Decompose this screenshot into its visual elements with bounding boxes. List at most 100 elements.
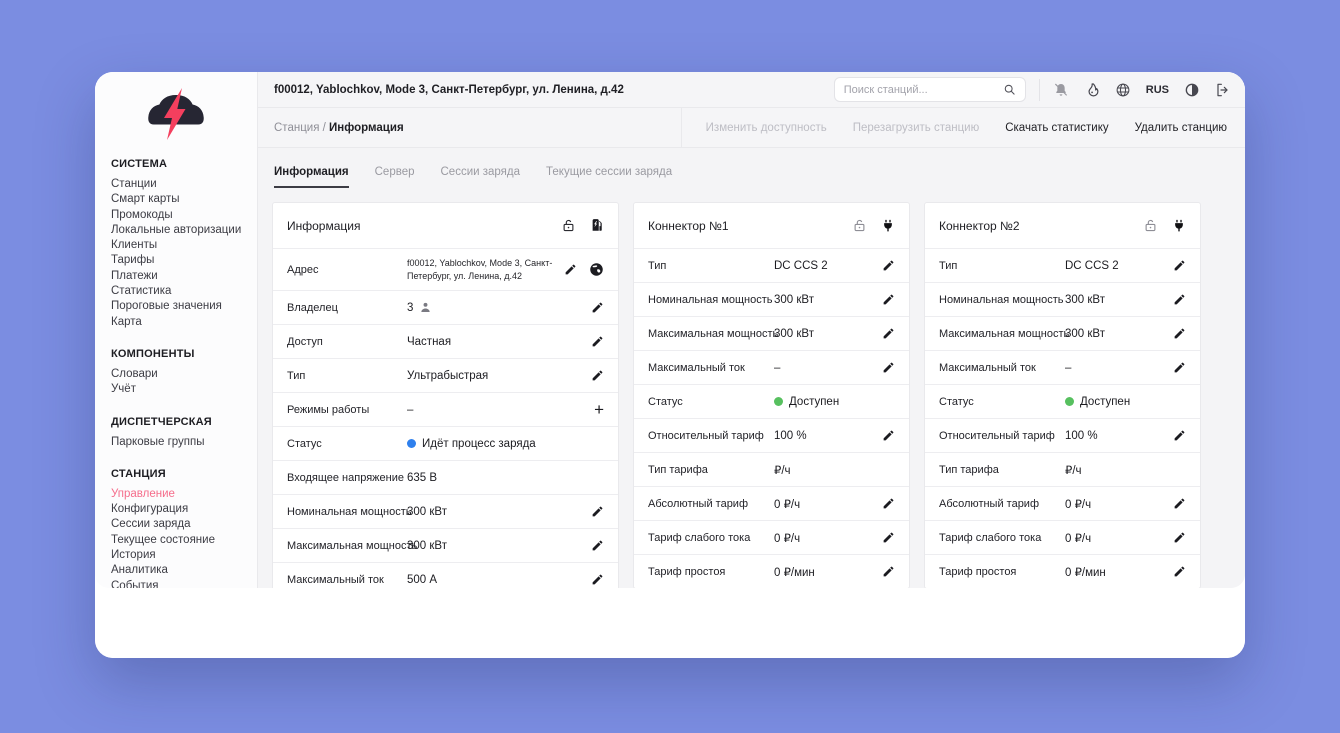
- edit-icon[interactable]: [882, 497, 895, 510]
- panels: Информация Адрес f00012, Yablochkov, Mod…: [272, 202, 1231, 588]
- row-input-voltage: Входящее напряжение 635 В: [273, 460, 618, 494]
- panel-title: Информация: [287, 218, 361, 233]
- unlock-icon[interactable]: [1143, 218, 1158, 233]
- row-low-current-tariff: Тариф слабого тока 0 ₽/ч: [925, 520, 1200, 554]
- row-max-current: Максимальный ток –: [925, 350, 1200, 384]
- edit-icon[interactable]: [882, 361, 895, 374]
- edit-icon[interactable]: [882, 531, 895, 544]
- station-title: f00012, Yablochkov, Mode 3, Санкт-Петерб…: [274, 83, 624, 96]
- flame-icon[interactable]: [1084, 82, 1100, 98]
- edit-icon[interactable]: [882, 327, 895, 340]
- panel-title: Коннектор №2: [939, 218, 1020, 233]
- sidebar-item-management[interactable]: Управление: [111, 487, 249, 502]
- unlock-icon[interactable]: [852, 218, 867, 233]
- breadcrumb-current: Информация: [329, 121, 404, 134]
- download-statistics-button[interactable]: Скачать статистику: [1005, 122, 1108, 134]
- edit-icon[interactable]: [882, 429, 895, 442]
- app-area: СИСТЕМА Станции Смарт карты Промокоды Ло…: [95, 72, 1245, 588]
- row-address: Адрес f00012, Yablochkov, Mode 3, Санкт-…: [273, 248, 618, 290]
- row-relative-tariff: Относительный тариф 100 %: [925, 418, 1200, 452]
- search-icon[interactable]: [1003, 83, 1016, 96]
- plug-icon[interactable]: [881, 218, 895, 233]
- edit-icon[interactable]: [1173, 429, 1186, 442]
- sidebar-item-map[interactable]: Карта: [111, 315, 249, 330]
- logout-icon[interactable]: [1215, 82, 1231, 98]
- panel-information: Информация Адрес f00012, Yablochkov, Mod…: [272, 202, 619, 588]
- sidebar-item-smart-cards[interactable]: Смарт карты: [111, 192, 249, 207]
- edit-icon[interactable]: [591, 301, 604, 314]
- edit-icon[interactable]: [591, 505, 604, 518]
- sidebar-item-thresholds[interactable]: Пороговые значения: [111, 299, 249, 314]
- row-nominal-power: Номинальная мощность 300 кВт: [273, 494, 618, 528]
- edit-icon[interactable]: [882, 259, 895, 272]
- panel-connector-2-header: Коннектор №2: [925, 203, 1200, 248]
- row-nominal-power: Номинальная мощность 300 кВт: [925, 282, 1200, 316]
- edit-icon[interactable]: [1173, 293, 1186, 306]
- row-max-current: Максимальный ток 500 А: [273, 562, 618, 588]
- edit-icon[interactable]: [564, 263, 577, 276]
- app-window: СИСТЕМА Станции Смарт карты Промокоды Ло…: [95, 72, 1245, 658]
- edit-icon[interactable]: [591, 335, 604, 348]
- row-type: Тип Ультрабыстрая: [273, 358, 618, 392]
- row-idle-tariff: Тариф простоя 0 ₽/мин: [634, 554, 909, 588]
- sidebar-item-payments[interactable]: Платежи: [111, 269, 249, 284]
- add-icon[interactable]: +: [594, 401, 604, 418]
- sidebar-item-clients[interactable]: Клиенты: [111, 238, 249, 253]
- car-lightning-logo-icon: [140, 88, 212, 140]
- sidebar-item-promocodes[interactable]: Промокоды: [111, 208, 249, 223]
- sidebar-item-dictionaries[interactable]: Словари: [111, 367, 249, 382]
- person-icon[interactable]: [419, 301, 432, 314]
- sidebar-item-analytics[interactable]: Аналитика: [111, 563, 249, 578]
- theme-toggle-icon[interactable]: [1184, 82, 1200, 98]
- reboot-station-button[interactable]: Перезагрузить станцию: [853, 122, 980, 134]
- row-work-modes: Режимы работы – +: [273, 392, 618, 426]
- sidebar-item-local-authorizations[interactable]: Локальные авторизации: [111, 223, 249, 238]
- language-globe-icon[interactable]: [1115, 82, 1131, 98]
- charging-station-icon[interactable]: [590, 218, 604, 233]
- sidebar-item-configuration[interactable]: Конфигурация: [111, 502, 249, 517]
- sidebar-item-tariffs[interactable]: Тарифы: [111, 253, 249, 268]
- row-absolute-tariff: Абсолютный тариф 0 ₽/ч: [925, 486, 1200, 520]
- row-max-power: Максимальная мощность 300 кВт: [925, 316, 1200, 350]
- sidebar-item-statistics[interactable]: Статистика: [111, 284, 249, 299]
- tab-server[interactable]: Сервер: [375, 166, 415, 188]
- edit-icon[interactable]: [1173, 565, 1186, 578]
- topbar-divider: [1038, 78, 1040, 101]
- sidebar-item-accounting[interactable]: Учёт: [111, 382, 249, 397]
- edit-icon[interactable]: [882, 293, 895, 306]
- sidebar-item-current-state[interactable]: Текущее состояние: [111, 533, 249, 548]
- edit-icon[interactable]: [591, 369, 604, 382]
- edit-icon[interactable]: [882, 565, 895, 578]
- breadcrumb-parent[interactable]: Станция: [274, 122, 319, 134]
- notifications-muted-icon[interactable]: [1053, 82, 1069, 98]
- tab-charge-sessions[interactable]: Сессии заряда: [441, 166, 521, 188]
- sidebar-item-charge-sessions[interactable]: Сессии заряда: [111, 517, 249, 532]
- search-input[interactable]: [843, 83, 1003, 96]
- sidebar-item-stations[interactable]: Станции: [111, 177, 249, 192]
- edit-icon[interactable]: [591, 539, 604, 552]
- breadcrumb-bar: Станция / Информация Изменить доступност…: [258, 108, 1245, 148]
- sidebar-item-park-groups[interactable]: Парковые группы: [111, 435, 249, 450]
- edit-icon[interactable]: [591, 573, 604, 586]
- sidebar-item-events[interactable]: События: [111, 579, 249, 588]
- edit-icon[interactable]: [1173, 361, 1186, 374]
- logo[interactable]: [111, 88, 241, 140]
- tab-information[interactable]: Информация: [274, 166, 349, 188]
- tab-current-charge-sessions[interactable]: Текущие сессии заряда: [546, 166, 672, 188]
- edit-icon[interactable]: [1173, 327, 1186, 340]
- row-relative-tariff: Относительный тариф 100 %: [634, 418, 909, 452]
- edit-icon[interactable]: [1173, 497, 1186, 510]
- unlock-icon[interactable]: [561, 218, 576, 233]
- edit-icon[interactable]: [1173, 531, 1186, 544]
- sidebar-item-history[interactable]: История: [111, 548, 249, 563]
- sidebar: СИСТЕМА Станции Смарт карты Промокоды Ло…: [95, 72, 258, 588]
- edit-icon[interactable]: [1173, 259, 1186, 272]
- row-max-power: Максимальная мощность 300 кВт: [634, 316, 909, 350]
- delete-station-button[interactable]: Удалить станцию: [1135, 122, 1227, 134]
- content-area: Информация Сервер Сессии заряда Текущие …: [258, 148, 1245, 588]
- language-label[interactable]: RUS: [1146, 84, 1169, 96]
- row-tariff-type: Тип тарифа ₽/ч: [634, 452, 909, 486]
- change-availability-button[interactable]: Изменить доступность: [706, 122, 827, 134]
- show-on-map-icon[interactable]: [589, 262, 604, 277]
- plug-icon[interactable]: [1172, 218, 1186, 233]
